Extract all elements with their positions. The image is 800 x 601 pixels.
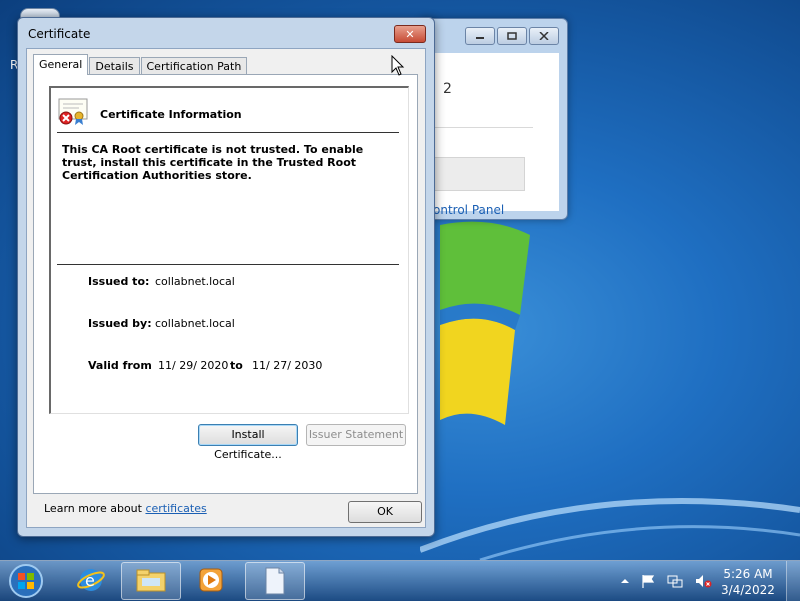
taskbar: e 5:26 AM 3/4/2022 xyxy=(0,560,800,601)
action-center-flag-icon[interactable] xyxy=(640,573,656,589)
maximize-button[interactable] xyxy=(497,27,527,45)
show-hidden-icons-icon[interactable] xyxy=(620,576,630,586)
divider xyxy=(433,127,533,128)
close-icon xyxy=(539,32,549,40)
control-panel-link[interactable]: ontrol Panel xyxy=(433,203,504,217)
close-icon: ✕ xyxy=(405,27,415,41)
background-window[interactable]: 2 ontrol Panel xyxy=(420,18,568,220)
learn-more-text: Learn more about certificates xyxy=(44,502,207,515)
valid-from-value: 11/ 29/ 2020 xyxy=(158,359,229,372)
divider xyxy=(57,264,399,265)
notification-area xyxy=(620,561,712,601)
media-player-icon xyxy=(199,568,223,592)
valid-to-value: 11/ 27/ 2030 xyxy=(252,359,323,372)
clock-date: 3/4/2022 xyxy=(721,583,775,597)
issued-to-value: collabnet.local xyxy=(155,275,235,288)
restore-icon xyxy=(507,32,517,40)
certificates-link[interactable]: certificates xyxy=(145,502,206,515)
internet-explorer-button[interactable]: e xyxy=(62,562,120,598)
divider xyxy=(57,132,399,133)
tab-strip: General Details Certification Path xyxy=(33,54,248,75)
dialog-client-area: General Details Certification Path Certi… xyxy=(26,48,426,528)
general-tab-panel: Certificate Information This CA Root cer… xyxy=(33,74,418,515)
media-player-button[interactable] xyxy=(182,562,240,598)
notepad-window-button[interactable] xyxy=(245,562,305,600)
close-button[interactable] xyxy=(529,27,559,45)
mouse-cursor-icon xyxy=(391,55,405,76)
tab-details[interactable]: Details xyxy=(89,57,140,75)
windows-explorer-button[interactable] xyxy=(121,562,181,600)
clock-time: 5:26 AM xyxy=(723,567,773,581)
svg-text:e: e xyxy=(85,571,95,590)
show-desktop-button[interactable] xyxy=(786,561,800,601)
network-icon[interactable] xyxy=(666,573,684,589)
certificate-error-icon xyxy=(58,98,88,125)
issuer-statement-button[interactable]: Issuer Statement xyxy=(306,424,406,446)
dialog-close-button[interactable]: ✕ xyxy=(394,25,426,43)
learn-more-prefix: Learn more about xyxy=(44,502,146,515)
start-button[interactable] xyxy=(6,562,46,600)
system-clock[interactable]: 5:26 AM 3/4/2022 xyxy=(718,566,778,598)
background-button[interactable] xyxy=(433,157,525,191)
background-text-fragment: 2 xyxy=(443,81,452,97)
internet-explorer-icon: e xyxy=(77,569,105,591)
certificate-info-heading: Certificate Information xyxy=(100,108,242,121)
folder-icon xyxy=(136,569,166,592)
minimize-icon xyxy=(476,37,484,39)
valid-from-label: Valid from xyxy=(88,359,152,372)
minimize-button[interactable] xyxy=(465,27,495,45)
volume-muted-icon[interactable] xyxy=(694,573,712,589)
certificate-dialog[interactable]: Certificate ✕ General Details Certificat… xyxy=(17,17,435,537)
install-certificate-button[interactable]: Install Certificate... xyxy=(198,424,298,461)
tab-general[interactable]: General xyxy=(33,54,89,75)
ok-button[interactable]: OK xyxy=(348,501,422,523)
dialog-title: Certificate xyxy=(28,27,91,41)
tab-certification-path[interactable]: Certification Path xyxy=(140,57,248,75)
trust-warning-text: This CA Root certificate is not trusted.… xyxy=(62,143,364,182)
issued-by-label: Issued by: xyxy=(88,317,152,330)
issued-to-label: Issued to: xyxy=(88,275,150,288)
certificate-info-box: Certificate Information This CA Root cer… xyxy=(49,86,409,414)
windows-logo-wallpaper xyxy=(440,221,530,425)
issued-by-value: collabnet.local xyxy=(155,317,235,330)
wallpaper-swoosh xyxy=(420,498,800,560)
document-icon xyxy=(265,567,285,595)
valid-to-label: to xyxy=(230,359,243,372)
